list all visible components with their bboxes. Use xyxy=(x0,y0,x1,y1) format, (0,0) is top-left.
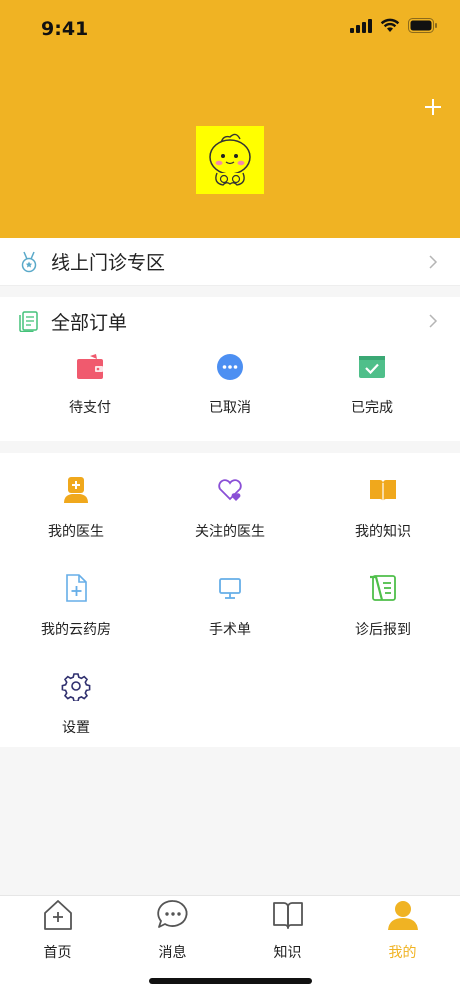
home-indicator xyxy=(149,978,312,984)
tab-knowledge[interactable]: 知识 xyxy=(230,896,345,966)
order-completed-label: 已完成 xyxy=(351,400,393,416)
tab-mine-label: 我的 xyxy=(388,945,417,961)
tool-surgery-form[interactable]: 手术单 xyxy=(154,573,306,639)
medal-icon xyxy=(21,251,37,272)
online-clinic-label: 线上门诊专区 xyxy=(51,252,166,274)
tab-messages-label: 消息 xyxy=(158,945,187,961)
tool-surgery-form-label: 手术单 xyxy=(209,622,251,638)
tab-home[interactable]: 首页 xyxy=(0,896,115,966)
all-orders-label: 全部订单 xyxy=(51,311,128,334)
book-icon xyxy=(370,480,396,502)
chat-icon xyxy=(156,900,187,928)
home-icon xyxy=(43,900,72,930)
profile-header: 9:41 xyxy=(0,0,460,238)
avatar[interactable] xyxy=(196,126,264,194)
wallet-icon xyxy=(77,354,103,379)
signal-icon xyxy=(350,18,372,33)
orders-card: 全部订单 待支付 已取消 已完成 xyxy=(0,297,460,441)
order-pending-label: 待支付 xyxy=(69,400,111,416)
tool-settings-label: 设置 xyxy=(62,720,90,736)
gear-icon xyxy=(61,673,91,702)
wifi-icon xyxy=(380,18,400,32)
profile-screen: 9:41 线上门诊专区 全部订单 待支付 已取消 已完成 我的医生 关注的医生 … xyxy=(0,0,460,996)
tools-grid: 我的医生 关注的医生 我的知识 我的云药房 手术单 诊后报到 设置 xyxy=(0,453,460,747)
tool-followed-doctors-label: 关注的医生 xyxy=(195,524,265,540)
order-pending-payment[interactable]: 待支付 xyxy=(30,353,150,417)
chevron-right-icon xyxy=(429,314,438,328)
tool-cloud-pharmacy-label: 我的云药房 xyxy=(41,622,111,638)
tab-knowledge-label: 知识 xyxy=(273,945,302,961)
all-orders-row[interactable]: 全部订单 xyxy=(0,297,460,345)
status-icons xyxy=(350,18,438,33)
open-book-icon xyxy=(272,902,303,929)
tool-settings[interactable]: 设置 xyxy=(0,671,152,737)
tool-followed-doctors[interactable]: 关注的医生 xyxy=(154,475,306,541)
tool-my-doctors-label: 我的医生 xyxy=(48,524,104,540)
avatar-illustration xyxy=(209,133,251,186)
battery-icon xyxy=(408,18,437,33)
more-circle-icon xyxy=(217,354,243,380)
status-bar: 9:41 xyxy=(0,0,460,58)
tool-post-visit-checkin-label: 诊后报到 xyxy=(355,622,411,638)
checklist-icon xyxy=(370,575,396,601)
status-time: 9:41 xyxy=(41,18,89,40)
inbox-check-icon xyxy=(359,356,385,378)
chevron-right-icon xyxy=(429,254,438,269)
order-completed[interactable]: 已完成 xyxy=(312,353,432,417)
monitor-icon xyxy=(219,578,241,599)
doctor-icon xyxy=(64,477,88,503)
tab-home-label: 首页 xyxy=(43,945,72,961)
tool-cloud-pharmacy[interactable]: 我的云药房 xyxy=(0,573,152,639)
tab-mine[interactable]: 我的 xyxy=(345,896,460,966)
order-cancelled-label: 已取消 xyxy=(209,400,251,416)
add-icon[interactable] xyxy=(418,92,448,122)
order-cancelled[interactable]: 已取消 xyxy=(170,353,290,417)
tool-post-visit-checkin[interactable]: 诊后报到 xyxy=(307,573,459,639)
user-icon xyxy=(387,901,418,930)
tab-messages[interactable]: 消息 xyxy=(115,896,230,966)
online-clinic-row[interactable]: 线上门诊专区 xyxy=(0,238,460,286)
document-icon xyxy=(19,311,38,332)
heart-follow-icon xyxy=(218,479,242,501)
tool-my-doctors[interactable]: 我的医生 xyxy=(0,475,152,541)
tool-my-knowledge[interactable]: 我的知识 xyxy=(307,475,459,541)
file-add-icon xyxy=(66,574,87,602)
tool-my-knowledge-label: 我的知识 xyxy=(355,524,411,540)
